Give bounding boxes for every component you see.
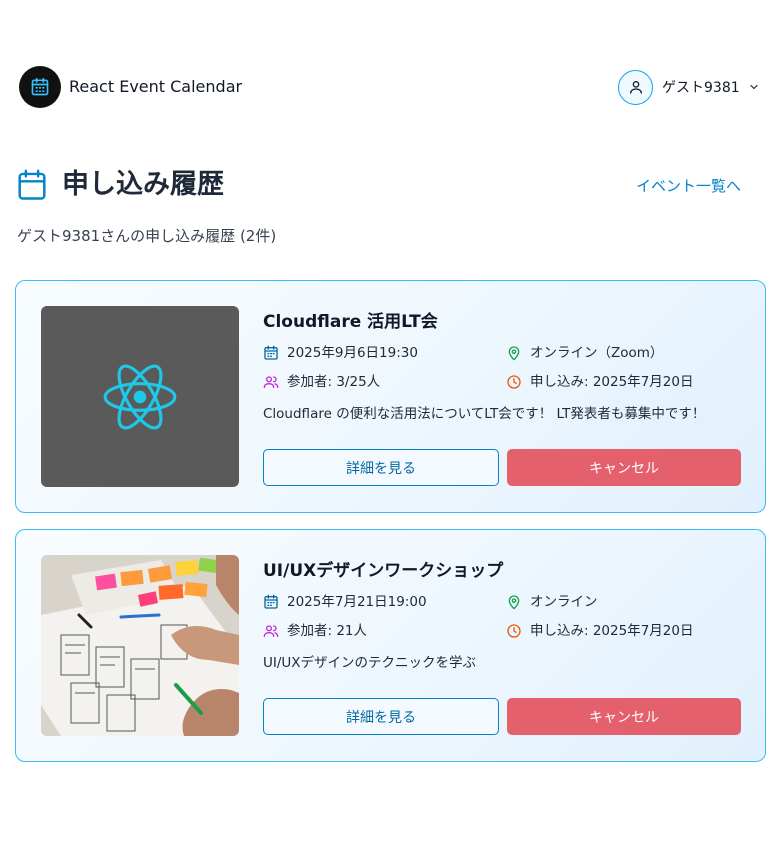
- event-datetime-text: 2025年7月21日19:00: [287, 594, 427, 610]
- map-pin-icon: [508, 346, 520, 361]
- cancel-button[interactable]: キャンセル: [507, 698, 741, 735]
- view-details-button[interactable]: 詳細を見る: [263, 698, 499, 735]
- event-location: オンライン: [506, 592, 598, 612]
- event-applied-text: 申し込み: 2025年7月20日: [530, 374, 694, 390]
- app-logo[interactable]: [19, 66, 61, 108]
- event-title[interactable]: UI/UXデザインワークショップ: [263, 559, 503, 583]
- event-location-text: オンライン（Zoom）: [530, 345, 664, 361]
- event-card: UI/UXデザインワークショップ 2025年7月21日19:00 オンライン 参…: [15, 529, 766, 762]
- event-location: オンライン（Zoom）: [506, 343, 663, 363]
- users-icon: [263, 376, 279, 388]
- event-location-text: オンライン: [530, 594, 598, 610]
- users-icon: [263, 625, 279, 637]
- event-datetime: 2025年7月21日19:00: [263, 592, 427, 612]
- calendar-icon: [264, 594, 278, 609]
- user-icon: [629, 81, 642, 94]
- page-title: 申し込み履歴: [62, 169, 224, 200]
- avatar[interactable]: [618, 69, 653, 105]
- event-description: UI/UXデザインのテクニックを学ぶ: [263, 655, 477, 671]
- event-title[interactable]: Cloudflare 活用LT会: [263, 310, 438, 334]
- clock-icon: [507, 375, 521, 389]
- event-list-link[interactable]: イベント一覧へ: [636, 175, 741, 197]
- event-participants-text: 参加者: 3/25人: [287, 374, 381, 390]
- event-datetime-text: 2025年9月6日19:30: [287, 345, 418, 361]
- history-summary: ゲスト9381さんの申し込み履歴 (2件): [17, 227, 277, 245]
- calendar-icon: [264, 345, 278, 360]
- calendar-icon: [31, 77, 49, 96]
- view-details-button[interactable]: 詳細を見る: [263, 449, 499, 486]
- event-card: Cloudflare 活用LT会 2025年9月6日19:30 オンライン（Zo…: [15, 280, 766, 513]
- event-participants: 参加者: 21人: [263, 621, 367, 641]
- event-description: Cloudflare の便利な活用法についてLT会です！ LT発表者も募集中です…: [263, 406, 706, 422]
- event-applied-date: 申し込み: 2025年7月20日: [506, 621, 693, 641]
- chevron-down-icon[interactable]: [748, 81, 760, 93]
- event-datetime: 2025年9月6日19:30: [263, 343, 418, 363]
- app-title[interactable]: React Event Calendar: [69, 76, 242, 98]
- event-thumbnail[interactable]: [41, 306, 239, 487]
- react-logo-icon: [103, 364, 177, 429]
- calendar-icon: [18, 169, 46, 200]
- event-thumbnail[interactable]: [41, 555, 239, 736]
- event-applied-text: 申し込み: 2025年7月20日: [530, 623, 694, 639]
- workshop-photo: [41, 555, 239, 736]
- cancel-button[interactable]: キャンセル: [507, 449, 741, 486]
- event-applied-date: 申し込み: 2025年7月20日: [506, 372, 693, 392]
- user-name[interactable]: ゲスト9381: [662, 77, 740, 97]
- map-pin-icon: [508, 595, 520, 610]
- event-participants-text: 参加者: 21人: [287, 623, 368, 639]
- clock-icon: [507, 624, 521, 638]
- event-participants: 参加者: 3/25人: [263, 372, 380, 392]
- user-menu[interactable]: ゲスト9381: [618, 69, 760, 105]
